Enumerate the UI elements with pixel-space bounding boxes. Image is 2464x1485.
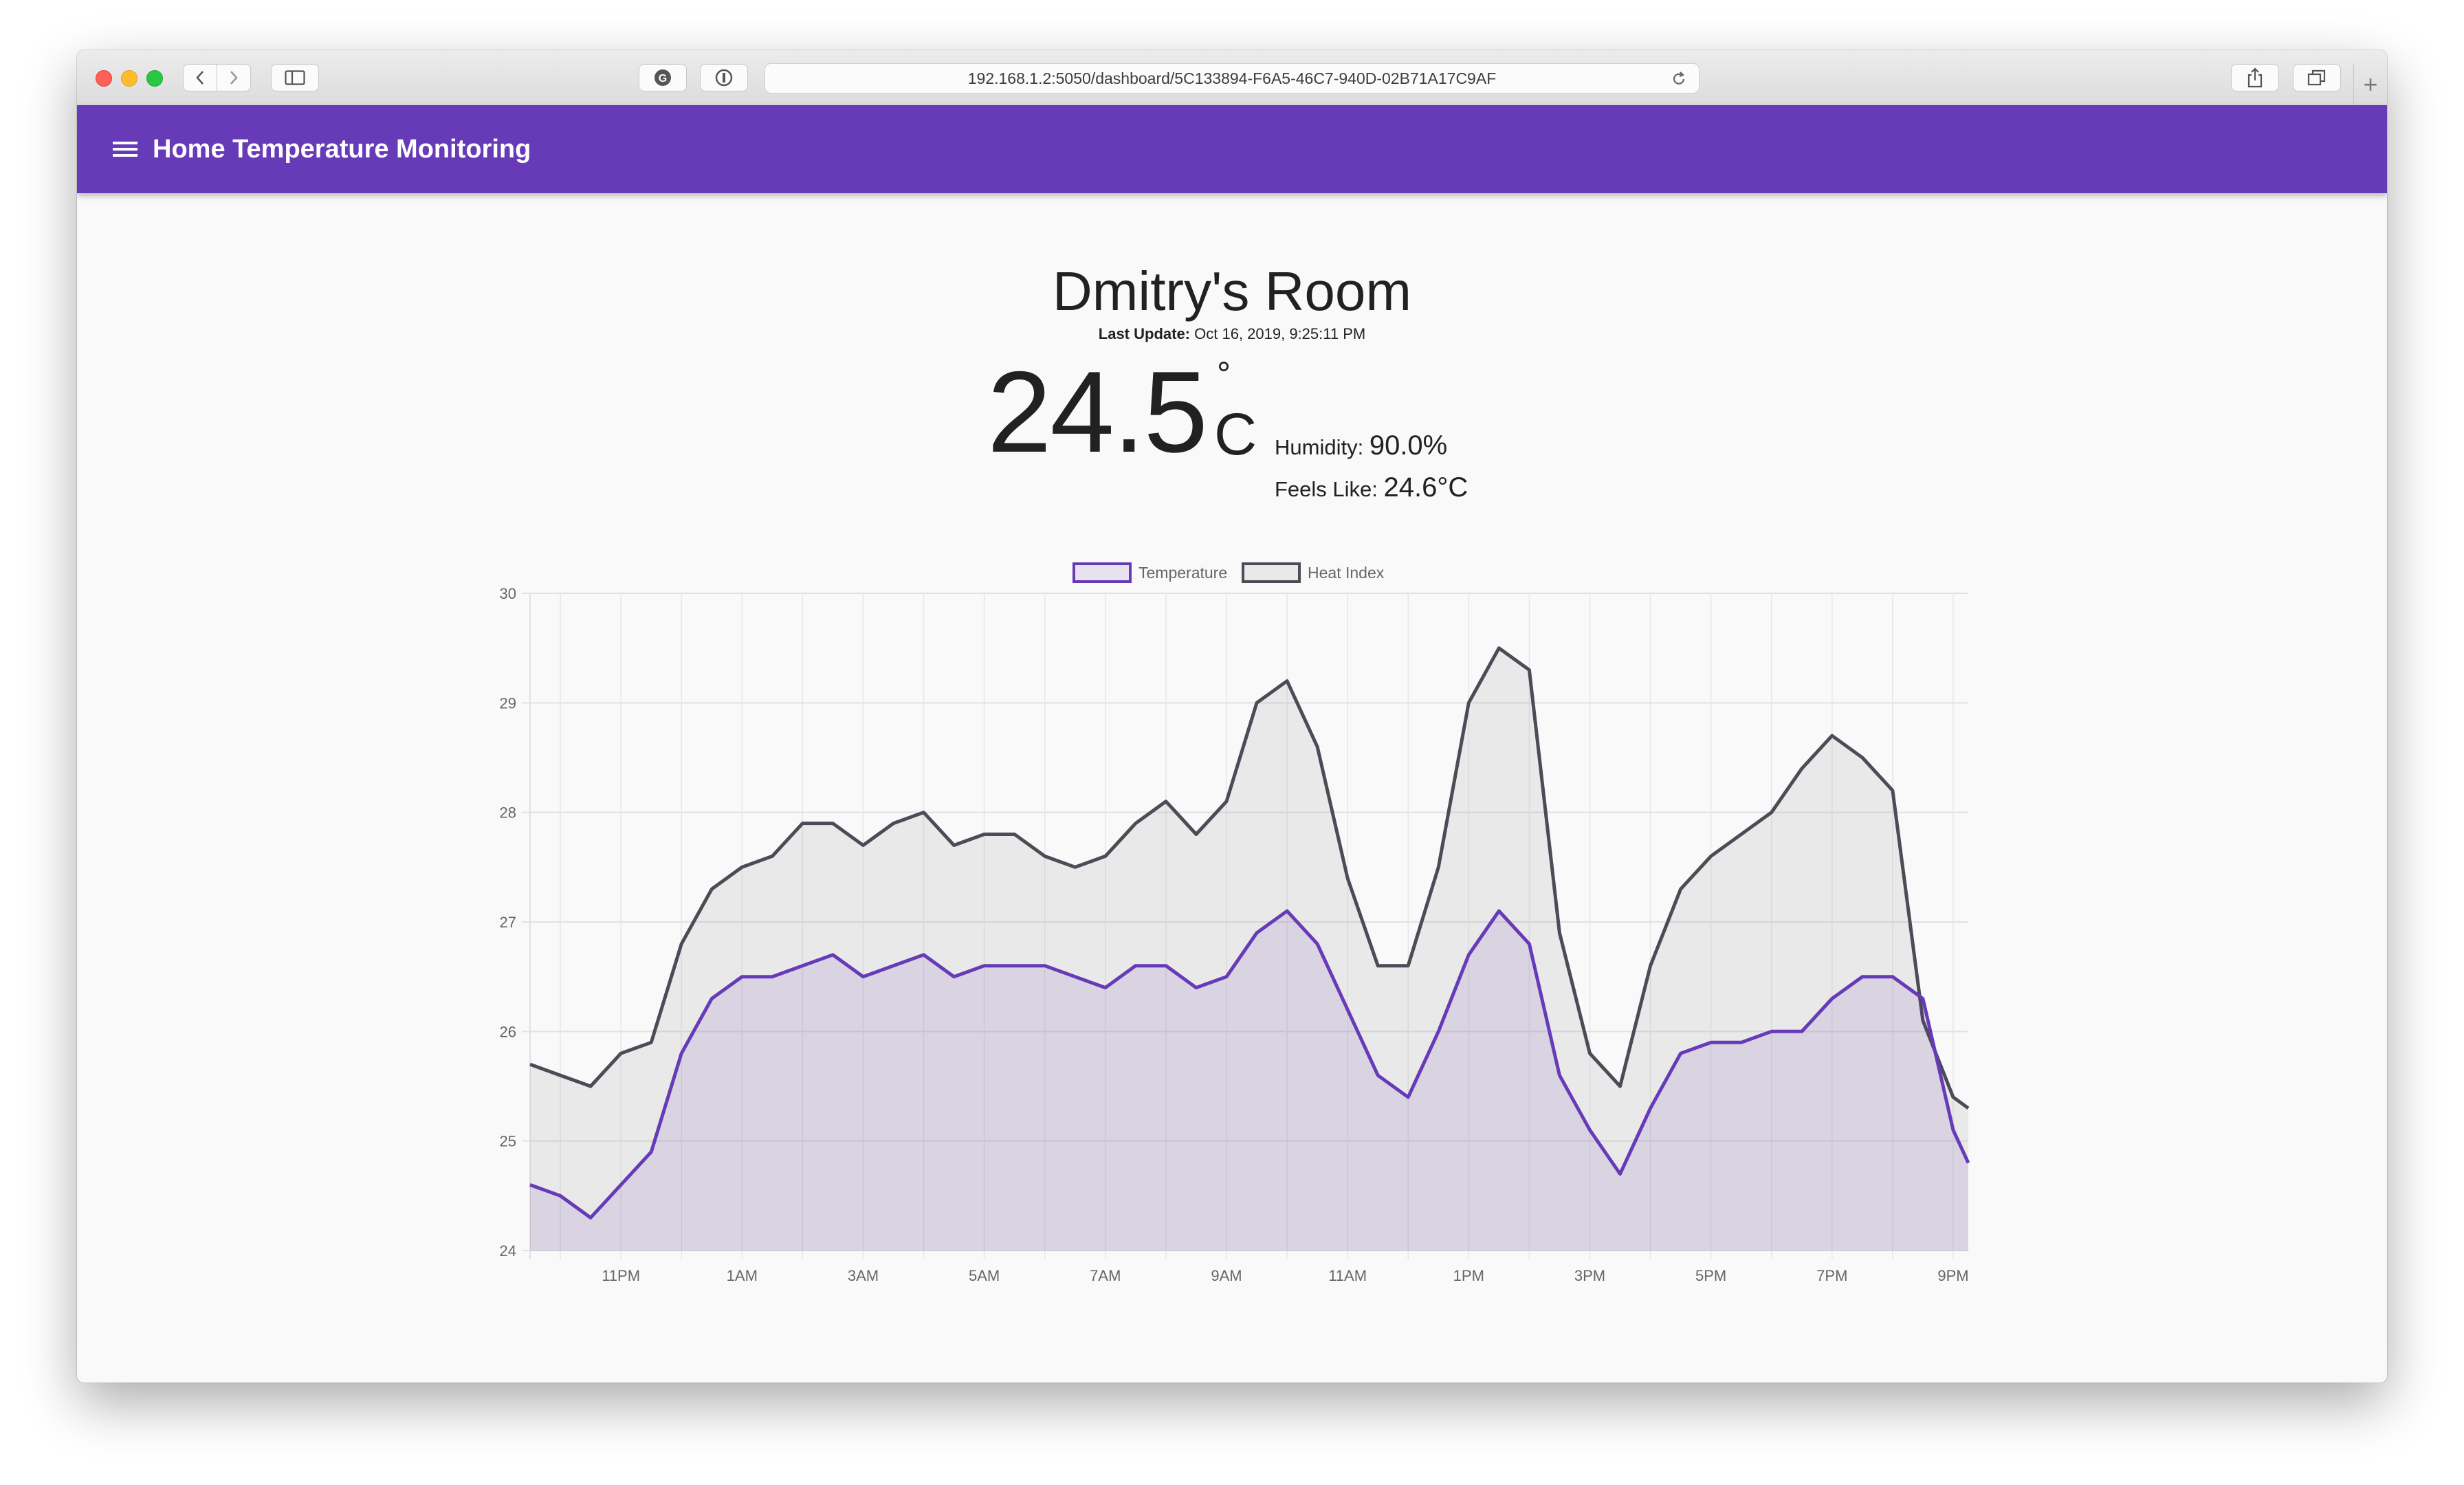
plus-icon: + (2363, 70, 2378, 98)
back-button[interactable] (183, 64, 217, 91)
password-manager-button[interactable] (700, 64, 748, 91)
close-window-button[interactable] (96, 70, 112, 87)
grammar-extension-icon: G (654, 69, 671, 86)
app-bar: Home Temperature Monitoring (77, 105, 2387, 193)
zoom-window-button[interactable] (146, 70, 163, 87)
reload-icon[interactable] (1670, 70, 1688, 88)
y-tick-label: 28 (500, 804, 516, 822)
tabs-overview-button[interactable] (2293, 64, 2341, 91)
new-tab-button[interactable]: + (2353, 64, 2387, 105)
tabs-icon (2307, 69, 2326, 86)
app-title: Home Temperature Monitoring (153, 134, 531, 164)
legend-swatch-heat-index (1242, 562, 1301, 583)
extension-button[interactable]: G (639, 64, 687, 91)
y-tick-label: 26 (500, 1023, 516, 1040)
x-tick-label: 9PM (1937, 1267, 1968, 1284)
password-manager-icon (715, 69, 733, 87)
legend-swatch-temperature (1072, 562, 1132, 583)
share-button[interactable] (2231, 64, 2279, 91)
y-tick-label: 27 (500, 914, 516, 931)
y-tick-label: 25 (500, 1133, 516, 1150)
forward-button[interactable] (217, 64, 251, 91)
legend-label-temperature: Temperature (1138, 564, 1227, 582)
y-tick-label: 29 (500, 694, 516, 712)
dashboard-content: Dmitry's Room Last Update: Oct 16, 2019,… (77, 193, 2387, 1383)
y-tick-label: 24 (500, 1242, 516, 1260)
browser-toolbar: G 192.168.1.2:5050/dashboard/5C133894-F6… (77, 50, 2387, 106)
chevron-right-icon (230, 71, 238, 85)
chevron-left-icon (196, 71, 204, 85)
x-tick-label: 11PM (602, 1267, 640, 1284)
url-text: 192.168.1.2:5050/dashboard/5C133894-F6A5… (967, 69, 1497, 87)
temperature-chart: 30 29 28 27 26 25 24 11PM 1AM 3AM 5AM 7AM 9AM 11AM 1PM… (500, 562, 1970, 1284)
x-tick-label: 7AM (1090, 1267, 1121, 1284)
share-icon (2247, 67, 2263, 88)
address-bar[interactable]: 192.168.1.2:5050/dashboard/5C133894-F6A5… (764, 63, 1700, 94)
svg-text:G: G (659, 73, 667, 85)
y-tick-label: 30 (500, 585, 516, 602)
x-tick-label: 1AM (727, 1267, 758, 1284)
x-tick-label: 3AM (848, 1267, 879, 1284)
x-tick-label: 3PM (1574, 1267, 1605, 1284)
x-tick-label: 11AM (1328, 1267, 1367, 1284)
sidebar-toggle-button[interactable] (271, 64, 319, 91)
x-tick-label: 5PM (1695, 1267, 1726, 1284)
legend-label-heat-index: Heat Index (1308, 564, 1385, 582)
sidebar-icon (285, 70, 305, 85)
x-tick-label: 5AM (969, 1267, 1000, 1284)
x-tick-label: 7PM (1816, 1267, 1847, 1284)
hamburger-menu-icon (113, 142, 138, 157)
minimize-window-button[interactable] (121, 70, 138, 87)
x-tick-label: 9AM (1211, 1267, 1242, 1284)
browser-window: G 192.168.1.2:5050/dashboard/5C133894-F6… (77, 50, 2387, 1383)
menu-button[interactable] (111, 135, 139, 163)
x-tick-label: 1PM (1453, 1267, 1484, 1284)
